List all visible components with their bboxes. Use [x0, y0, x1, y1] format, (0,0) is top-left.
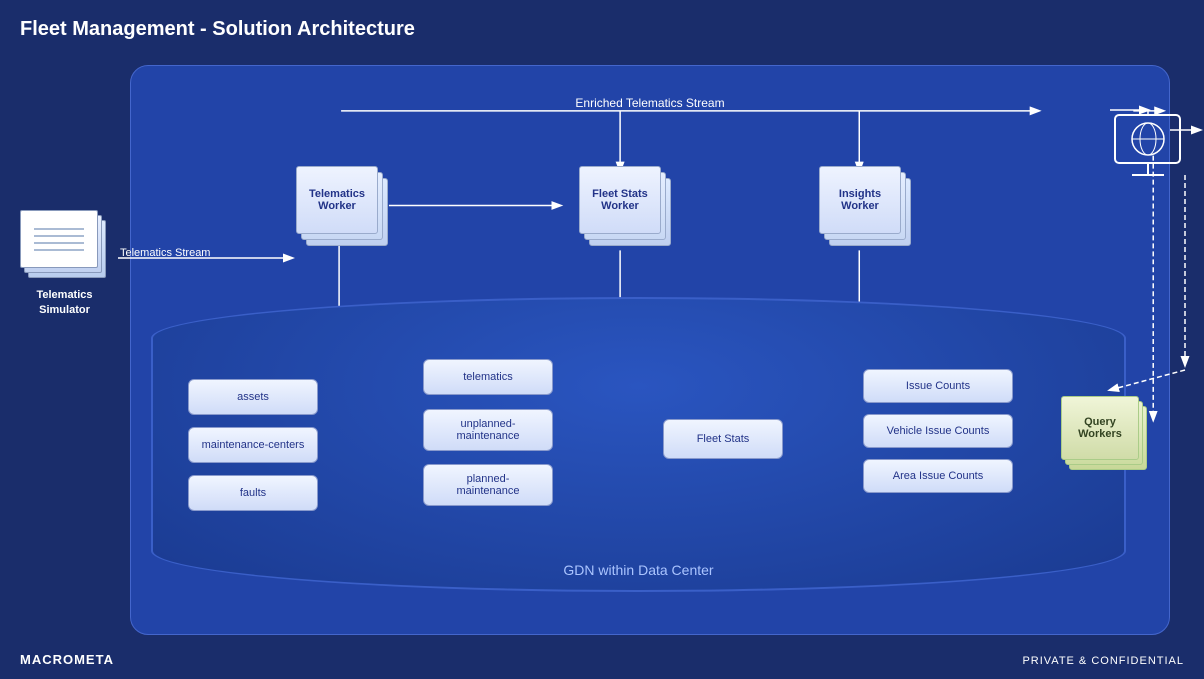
planned-maintenance-box: planned- maintenance [423, 464, 553, 506]
assets-box: assets [188, 379, 318, 415]
fleet-stats-box: Fleet Stats [663, 419, 783, 459]
telematics-simulator-label: TelematicsSimulator [12, 288, 117, 319]
footer-right: PRIVATE & CONFIDENTIAL [1022, 655, 1184, 667]
main-container: Enriched Telematics Stream TelematicsWor… [130, 65, 1170, 635]
gdn-label: GDN within Data Center [563, 562, 713, 578]
telematics-stream-label: Telematics Stream [120, 247, 210, 259]
telematics-worker: TelematicsWorker [296, 166, 391, 251]
issue-counts-box: Issue Counts [863, 369, 1013, 403]
faults-box: faults [188, 475, 318, 511]
enriched-stream-label: Enriched Telematics Stream [575, 96, 724, 110]
vehicle-issue-counts-box: Vehicle Issue Counts [863, 414, 1013, 448]
telematics-simulator: TelematicsSimulator [12, 210, 117, 319]
query-workers: Query Workers [1061, 396, 1151, 478]
maintenance-centers-box: maintenance-centers [188, 427, 318, 463]
telematics-box: telematics [423, 359, 553, 395]
unplanned-maintenance-box: unplanned- maintenance [423, 409, 553, 451]
area-issue-counts-box: Area Issue Counts [863, 459, 1013, 493]
footer-left: MACROMETA [20, 652, 114, 667]
page-title: Fleet Management - Solution Architecture [20, 18, 415, 41]
insights-worker: Insights Worker [819, 166, 914, 251]
fleet-stats-worker: Fleet StatsWorker [579, 166, 674, 251]
db-oval: GDN within Data Center assets maintenanc… [151, 297, 1126, 592]
